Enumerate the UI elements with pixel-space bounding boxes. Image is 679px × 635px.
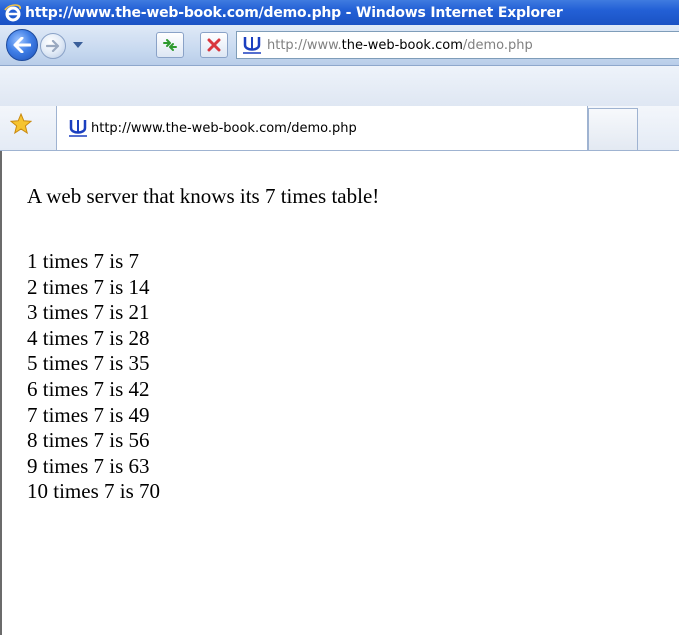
address-bar[interactable]: http://www.the-web-book.com/demo.php: [236, 31, 679, 59]
list-item: 5 times 7 is 35: [27, 351, 150, 376]
list-item: 10 times 7 is 70: [27, 479, 161, 504]
site-favicon: [241, 35, 263, 55]
refresh-icon: [163, 39, 177, 51]
list-item: 2 times 7 is 14: [27, 274, 150, 299]
forward-arrow-icon: [46, 40, 60, 52]
forward-button[interactable]: [40, 33, 66, 59]
history-dropdown-button[interactable]: [72, 39, 84, 51]
new-tab-button[interactable]: [588, 108, 638, 150]
page-heading: A web server that knows its 7 times tabl…: [27, 184, 380, 208]
favorites-button[interactable]: [8, 111, 34, 137]
list-item: 1 times 7 is 7: [27, 249, 140, 273]
address-text: http://www.the-web-book.com/demo.php: [267, 38, 533, 53]
internet-explorer-icon: [3, 3, 23, 23]
title-bar: http://www.the-web-book.com/demo.php - W…: [0, 0, 679, 25]
address-suffix: /demo.php: [462, 37, 533, 53]
list-item: 4 times 7 is 28: [27, 325, 150, 350]
tab-label: http://www.the-web-book.com/demo.php: [91, 120, 357, 136]
back-button[interactable]: [6, 29, 38, 61]
address-prefix: http://www.: [267, 37, 342, 53]
browser-window: http://www.the-web-book.com/demo.php - W…: [0, 0, 679, 635]
list-item: 7 times 7 is 49: [27, 402, 150, 427]
stop-button[interactable]: [200, 32, 228, 58]
navigation-bar: http://www.the-web-book.com/demo.php: [0, 25, 679, 66]
favorites-star-icon: [10, 113, 32, 135]
window-title: http://www.the-web-book.com/demo.php - W…: [25, 4, 563, 21]
address-domain: the-web-book.com: [341, 37, 463, 53]
page-content: A web server that knows its 7 times tabl…: [0, 151, 679, 635]
list-item: 8 times 7 is 56: [27, 428, 150, 453]
refresh-button[interactable]: [156, 32, 184, 58]
list-item: 3 times 7 is 21: [27, 300, 150, 325]
chevron-down-icon: [73, 42, 83, 48]
site-favicon: [67, 118, 89, 138]
toolbar-strip: [0, 66, 679, 106]
stop-icon: [207, 38, 221, 52]
tab-active[interactable]: http://www.the-web-book.com/demo.php: [56, 106, 588, 150]
back-arrow-icon: [13, 37, 31, 53]
list-item: 9 times 7 is 63: [27, 453, 150, 478]
times-table: 1 times 7 is 7 2 times 7 is 14 3 times 7…: [27, 249, 160, 505]
list-item: 6 times 7 is 42: [27, 376, 150, 401]
